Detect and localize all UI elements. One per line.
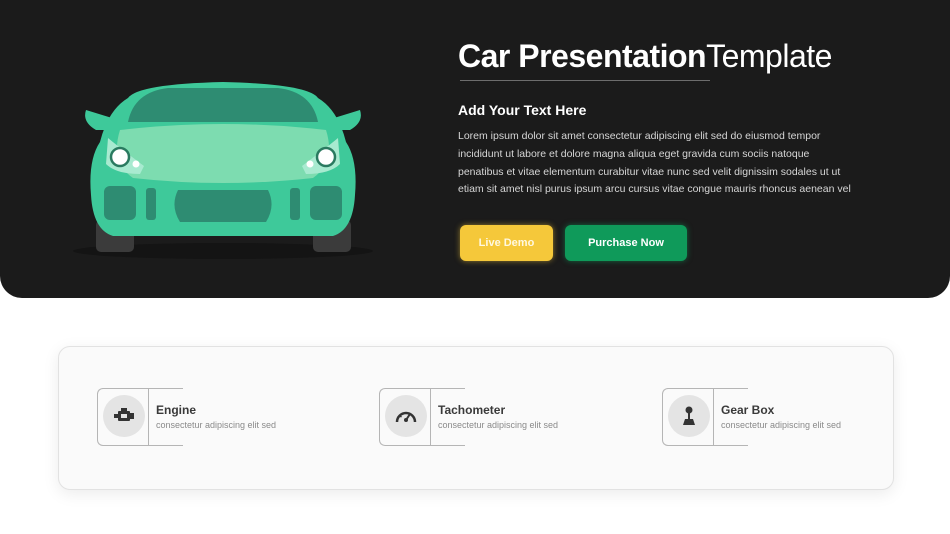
feature-name: Gear Box bbox=[721, 403, 775, 417]
headlight-lamp-left bbox=[109, 146, 131, 168]
headlight-dot-left bbox=[132, 160, 140, 168]
headlight-lamp-right bbox=[315, 146, 337, 168]
car-hood bbox=[116, 124, 330, 183]
title-divider bbox=[460, 80, 710, 81]
feature-gear-box: Gear Box consectetur adipiscing elit sed bbox=[662, 388, 922, 446]
headlight-dot-right bbox=[306, 160, 314, 168]
feature-description: consectetur adipiscing elit sed bbox=[438, 420, 559, 430]
body-text: Lorem ipsum dolor sit amet consectetur a… bbox=[458, 128, 868, 199]
title-light: Template bbox=[706, 38, 832, 74]
feature-divider bbox=[713, 388, 714, 446]
body-line: penatibus et vitae elementum curabitur v… bbox=[458, 165, 841, 178]
car-vent-right bbox=[310, 186, 342, 220]
tachometer-icon bbox=[395, 411, 417, 423]
feature-icon-circle bbox=[668, 395, 710, 437]
feature-divider bbox=[148, 388, 149, 446]
gear-shift-icon bbox=[683, 406, 695, 425]
feature-description: consectetur adipiscing elit sed bbox=[156, 420, 277, 430]
car-illustration bbox=[73, 82, 373, 259]
purchase-now-button[interactable]: Purchase Now bbox=[565, 225, 687, 261]
feature-description: consectetur adipiscing elit sed bbox=[721, 420, 842, 430]
body-line: etiam sit amet nisl purus ipsum arcu cur… bbox=[458, 183, 851, 196]
feature-name: Engine bbox=[156, 403, 197, 417]
title-bold: Car Presentation bbox=[458, 38, 707, 74]
feature-icon-circle bbox=[385, 395, 427, 437]
page-title: Car PresentationTemplate bbox=[458, 38, 832, 75]
hero-panel: Car PresentationTemplate Add Your Text H… bbox=[0, 0, 950, 298]
body-line: incididunt ut labore et dolore magna ali… bbox=[458, 147, 810, 160]
feature-name: Tachometer bbox=[438, 403, 506, 417]
car-slot-right bbox=[290, 188, 300, 220]
feature-tachometer: Tachometer consectetur adipiscing elit s… bbox=[379, 388, 639, 446]
feature-engine: Engine consectetur adipiscing elit sed bbox=[97, 388, 357, 446]
car-grille bbox=[174, 190, 272, 222]
car-vent-left bbox=[104, 186, 136, 220]
engine-icon bbox=[114, 408, 134, 421]
body-line: Lorem ipsum dolor sit amet consectetur a… bbox=[458, 130, 821, 142]
feature-icon-circle bbox=[103, 395, 145, 437]
car-windshield bbox=[128, 88, 318, 122]
feature-divider bbox=[430, 388, 431, 446]
subtitle: Add Your Text Here bbox=[458, 102, 587, 118]
live-demo-button[interactable]: Live Demo bbox=[460, 225, 553, 261]
car-slot-left bbox=[146, 188, 156, 220]
